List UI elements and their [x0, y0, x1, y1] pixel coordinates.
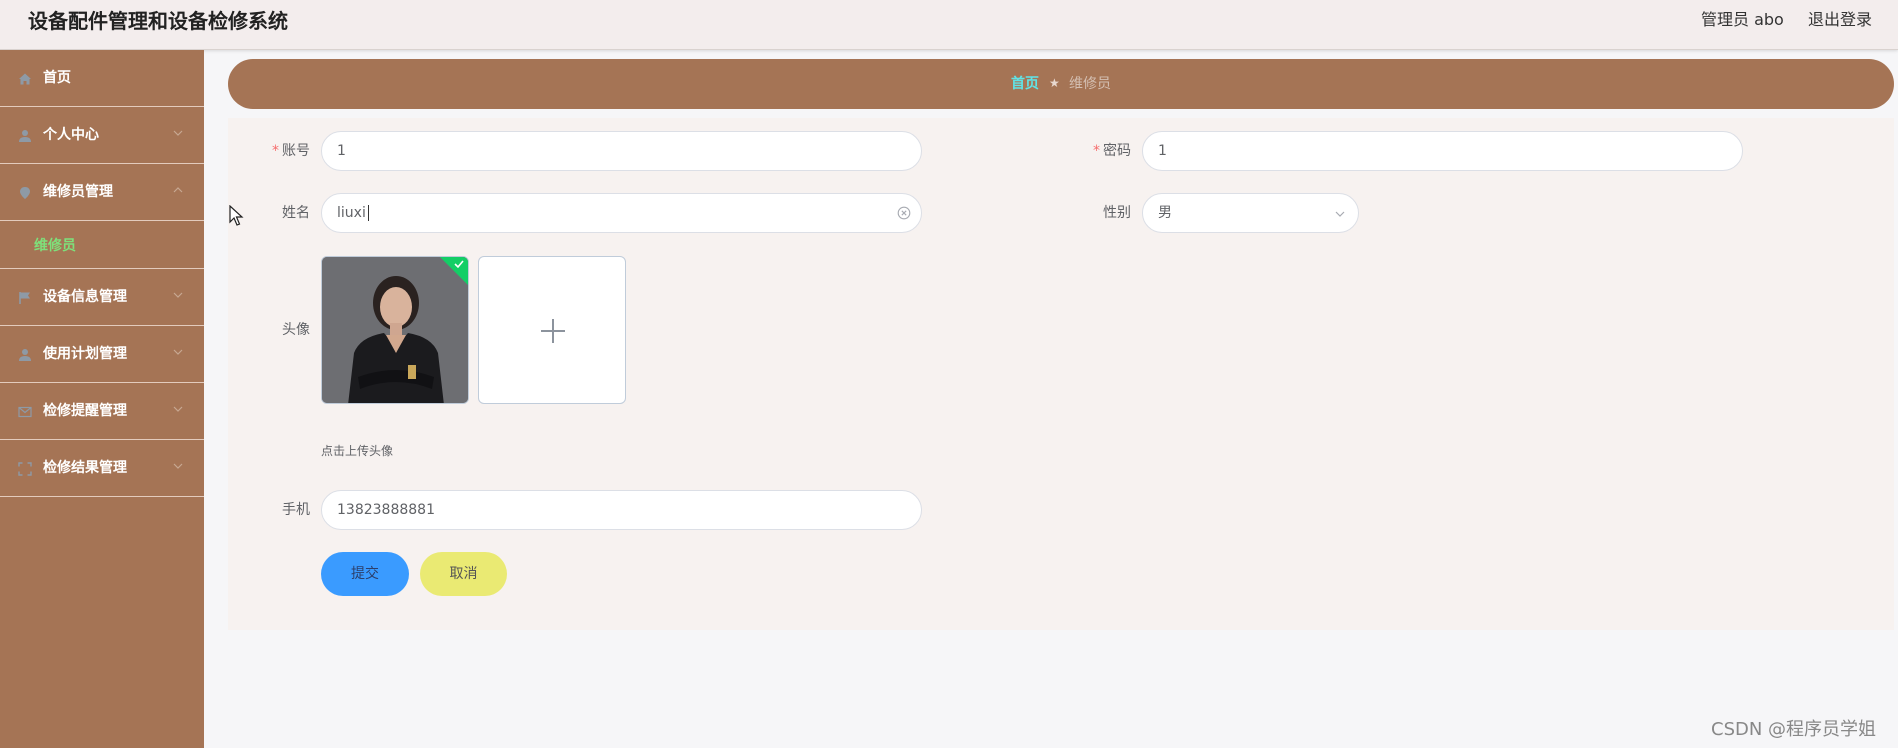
- clear-icon[interactable]: [897, 206, 911, 220]
- avatar-upload-button[interactable]: [478, 256, 626, 404]
- chevron-down-icon: [173, 130, 183, 136]
- password-input[interactable]: 1: [1142, 131, 1743, 171]
- sidebar-item-usage-plan[interactable]: 使用计划管理: [0, 326, 204, 383]
- breadcrumb-star-separator: ★: [1049, 76, 1060, 90]
- chevron-down-icon: [173, 292, 183, 298]
- sidebar-subitem-repairman[interactable]: 维修员: [0, 221, 204, 269]
- name-label: 姓名: [282, 205, 310, 221]
- sidebar-item-repairman-management[interactable]: 维修员管理: [0, 164, 204, 221]
- app-title: 设备配件管理和设备检修系统: [28, 9, 288, 33]
- submit-button[interactable]: 提交: [321, 552, 409, 596]
- sidebar-item-label: 设备信息管理: [43, 289, 127, 305]
- sidebar-item-home[interactable]: 首页: [0, 50, 204, 107]
- required-asterisk: *: [272, 143, 279, 159]
- sidebar-subitem-label: 维修员: [34, 238, 76, 254]
- breadcrumb: 首页 ★ 维修员: [228, 59, 1894, 109]
- sidebar-item-label: 个人中心: [43, 127, 99, 143]
- name-input[interactable]: liuxi: [321, 193, 922, 233]
- account-label: * 账号: [272, 143, 310, 159]
- sidebar-item-label: 检修结果管理: [43, 460, 127, 476]
- gender-select[interactable]: 男: [1142, 193, 1359, 233]
- top-header: 设备配件管理和设备检修系统 管理员 abo 退出登录: [0, 0, 1898, 50]
- check-icon: [454, 260, 464, 269]
- admin-username: 管理员 abo: [1701, 10, 1784, 29]
- message-icon: [18, 406, 32, 418]
- logout-link[interactable]: 退出登录: [1808, 9, 1872, 31]
- account-input[interactable]: 1: [321, 131, 922, 171]
- avatar-upload-hint: 点击上传头像: [321, 444, 394, 458]
- sidebar-item-label: 首页: [43, 70, 71, 86]
- password-label: * 密码: [1093, 143, 1131, 159]
- pin-icon: [20, 187, 30, 199]
- chevron-down-icon: [1335, 211, 1345, 217]
- avatar-preview[interactable]: [321, 256, 469, 404]
- sidebar-item-repair-reminder[interactable]: 检修提醒管理: [0, 383, 204, 440]
- sidebar-item-label: 维修员管理: [43, 184, 113, 200]
- chevron-up-icon: [173, 187, 183, 193]
- user-icon: [19, 130, 31, 142]
- flag-icon: [19, 292, 30, 304]
- chevron-down-icon: [173, 349, 183, 355]
- text-caret: [367, 205, 369, 221]
- home-icon: [19, 73, 31, 85]
- mouse-cursor-icon: [229, 205, 244, 226]
- avatar-label: 头像: [282, 322, 310, 338]
- phone-input[interactable]: 13823888881: [321, 490, 922, 530]
- sidebar-item-repair-result[interactable]: 检修结果管理: [0, 440, 204, 497]
- watermark: CSDN @程序员学姐: [1711, 719, 1877, 740]
- breadcrumb-home-link[interactable]: 首页: [1011, 75, 1039, 93]
- phone-label: 手机: [282, 502, 310, 518]
- chevron-down-icon: [173, 406, 183, 412]
- cancel-button[interactable]: 取消: [420, 552, 507, 596]
- sidebar-item-label: 检修提醒管理: [43, 403, 127, 419]
- sidebar-item-label: 使用计划管理: [43, 346, 127, 362]
- breadcrumb-current: 维修员: [1069, 76, 1111, 92]
- sidebar: 首页 个人中心 维修员管理 维修员 设备信息管理 使用计划管理 检修提醒管理 检…: [0, 50, 204, 748]
- user-icon: [19, 349, 31, 361]
- required-asterisk: *: [1093, 143, 1100, 159]
- fullscreen-icon: [18, 462, 32, 476]
- sidebar-item-personal-center[interactable]: 个人中心: [0, 107, 204, 164]
- chevron-down-icon: [173, 463, 183, 469]
- sidebar-item-device-info[interactable]: 设备信息管理: [0, 269, 204, 326]
- plus-icon: [541, 319, 565, 343]
- gender-label: 性别: [1103, 205, 1131, 221]
